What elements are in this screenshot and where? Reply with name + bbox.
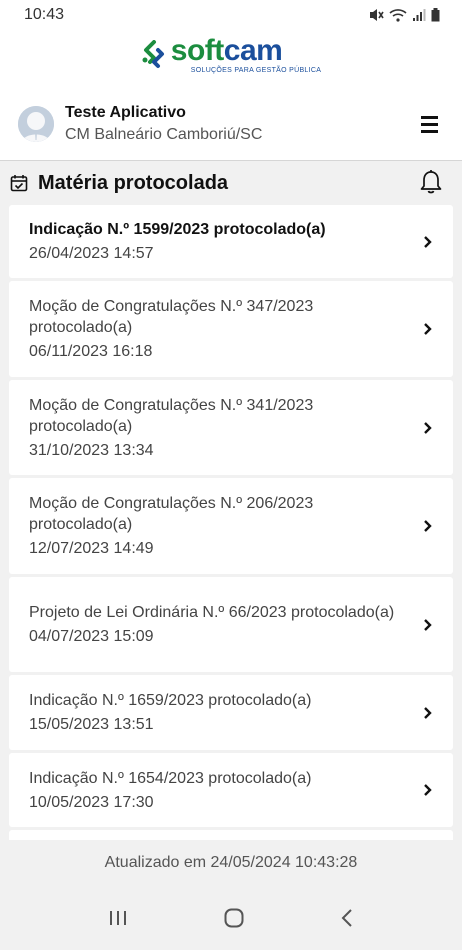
status-time: 10:43: [24, 6, 65, 23]
list-item-date: 15/05/2023 13:51: [29, 716, 154, 733]
chevron-right-icon: [424, 618, 432, 631]
list-item[interactable]: Indicação N.º 1659/2023 protocolado(a) 1…: [9, 675, 453, 750]
list-item-title: Indicação N.º 1659/2023 protocolado(a): [29, 692, 312, 709]
section-header: Matéria protocolada: [0, 161, 462, 205]
chevron-right-icon: [424, 323, 432, 335]
list-item-title: Moção de Congratulações N.º 341/2023 pro…: [29, 396, 314, 435]
user-avatar-icon: [18, 106, 54, 142]
mute-icon: [370, 9, 384, 21]
notification-list: Indicação N.º 1599/2023 protocolado(a) 2…: [0, 205, 462, 840]
chevron-right-icon: [424, 235, 432, 248]
system-navigation-bar: [0, 886, 462, 950]
back-icon[interactable]: [340, 908, 354, 928]
wifi-icon: [389, 9, 407, 22]
list-item-partial[interactable]: [9, 830, 453, 840]
main-content[interactable]: Matéria protocolada Indicação N.º 1599/2…: [0, 160, 462, 840]
user-name: Teste Aplicativo: [65, 104, 186, 121]
hamburger-icon: [420, 114, 438, 135]
list-item-title: Moção de Congratulações N.º 206/2023 pro…: [29, 495, 314, 533]
battery-icon: [431, 8, 440, 22]
logo-word-part2: cam: [223, 34, 283, 67]
user-info: Teste Aplicativo CM Balneário Camboriú/S…: [65, 104, 414, 144]
list-item-date: 26/04/2023 14:57: [29, 245, 154, 262]
status-icons: [368, 8, 440, 22]
recent-apps-icon[interactable]: [108, 909, 128, 927]
list-item[interactable]: Moção de Congratulações N.º 347/2023 pro…: [9, 281, 453, 377]
calendar-check-icon: [10, 175, 28, 192]
user-organization: CM Balneário Camboriú/SC: [65, 126, 263, 143]
list-item[interactable]: Projeto de Lei Ordinária N.º 66/2023 pro…: [9, 577, 453, 672]
user-header: Teste Aplicativo CM Balneário Camboriú/S…: [0, 88, 462, 160]
list-item-date: 31/10/2023 13:34: [29, 441, 154, 459]
chevron-right-icon: [424, 706, 432, 719]
list-item-title: Indicação N.º 1654/2023 protocolado(a): [29, 769, 312, 787]
last-updated-text: Atualizado em 24/05/2024 10:43:28: [0, 840, 462, 886]
list-item-title: Projeto de Lei Ordinária N.º 66/2023 pro…: [29, 604, 395, 621]
list-item-title: Indicação N.º 1599/2023 protocolado(a): [29, 221, 326, 238]
list-item[interactable]: Indicação N.º 1654/2023 protocolado(a) 1…: [9, 753, 453, 827]
logo-word-part1: soft: [170, 34, 225, 67]
list-item-date: 12/07/2023 14:49: [29, 540, 154, 557]
chevron-right-icon: [424, 784, 432, 796]
list-item[interactable]: Moção de Congratulações N.º 206/2023 pro…: [9, 478, 453, 574]
list-item-title: Moção de Congratulações N.º 347/2023 pro…: [29, 298, 314, 336]
list-item-date: 04/07/2023 15:09: [29, 628, 154, 645]
chevron-right-icon: [424, 421, 432, 434]
list-item[interactable]: Moção de Congratulações N.º 341/2023 pro…: [9, 380, 453, 475]
logo-tagline: SOLUÇÕES PARA GESTÃO PÚBLICA: [190, 67, 322, 74]
brand-logo: softcam SOLUÇÕES PARA GESTÃO PÚBLICA: [0, 34, 462, 76]
list-item-date: 10/05/2023 17:30: [29, 793, 154, 811]
list-item[interactable]: Indicação N.º 1599/2023 protocolado(a) 2…: [9, 205, 453, 278]
avatar[interactable]: [18, 106, 54, 142]
home-icon[interactable]: [223, 907, 245, 929]
section-title: Matéria protocolada: [38, 171, 229, 194]
status-bar: 10:43: [0, 0, 462, 30]
list-item-date: 06/11/2023 16:18: [29, 343, 153, 360]
softcam-logo-icon: [142, 40, 164, 68]
chevron-right-icon: [424, 520, 432, 532]
bell-icon[interactable]: [419, 169, 443, 195]
menu-button[interactable]: [414, 109, 444, 139]
signal-icon: [413, 9, 426, 21]
